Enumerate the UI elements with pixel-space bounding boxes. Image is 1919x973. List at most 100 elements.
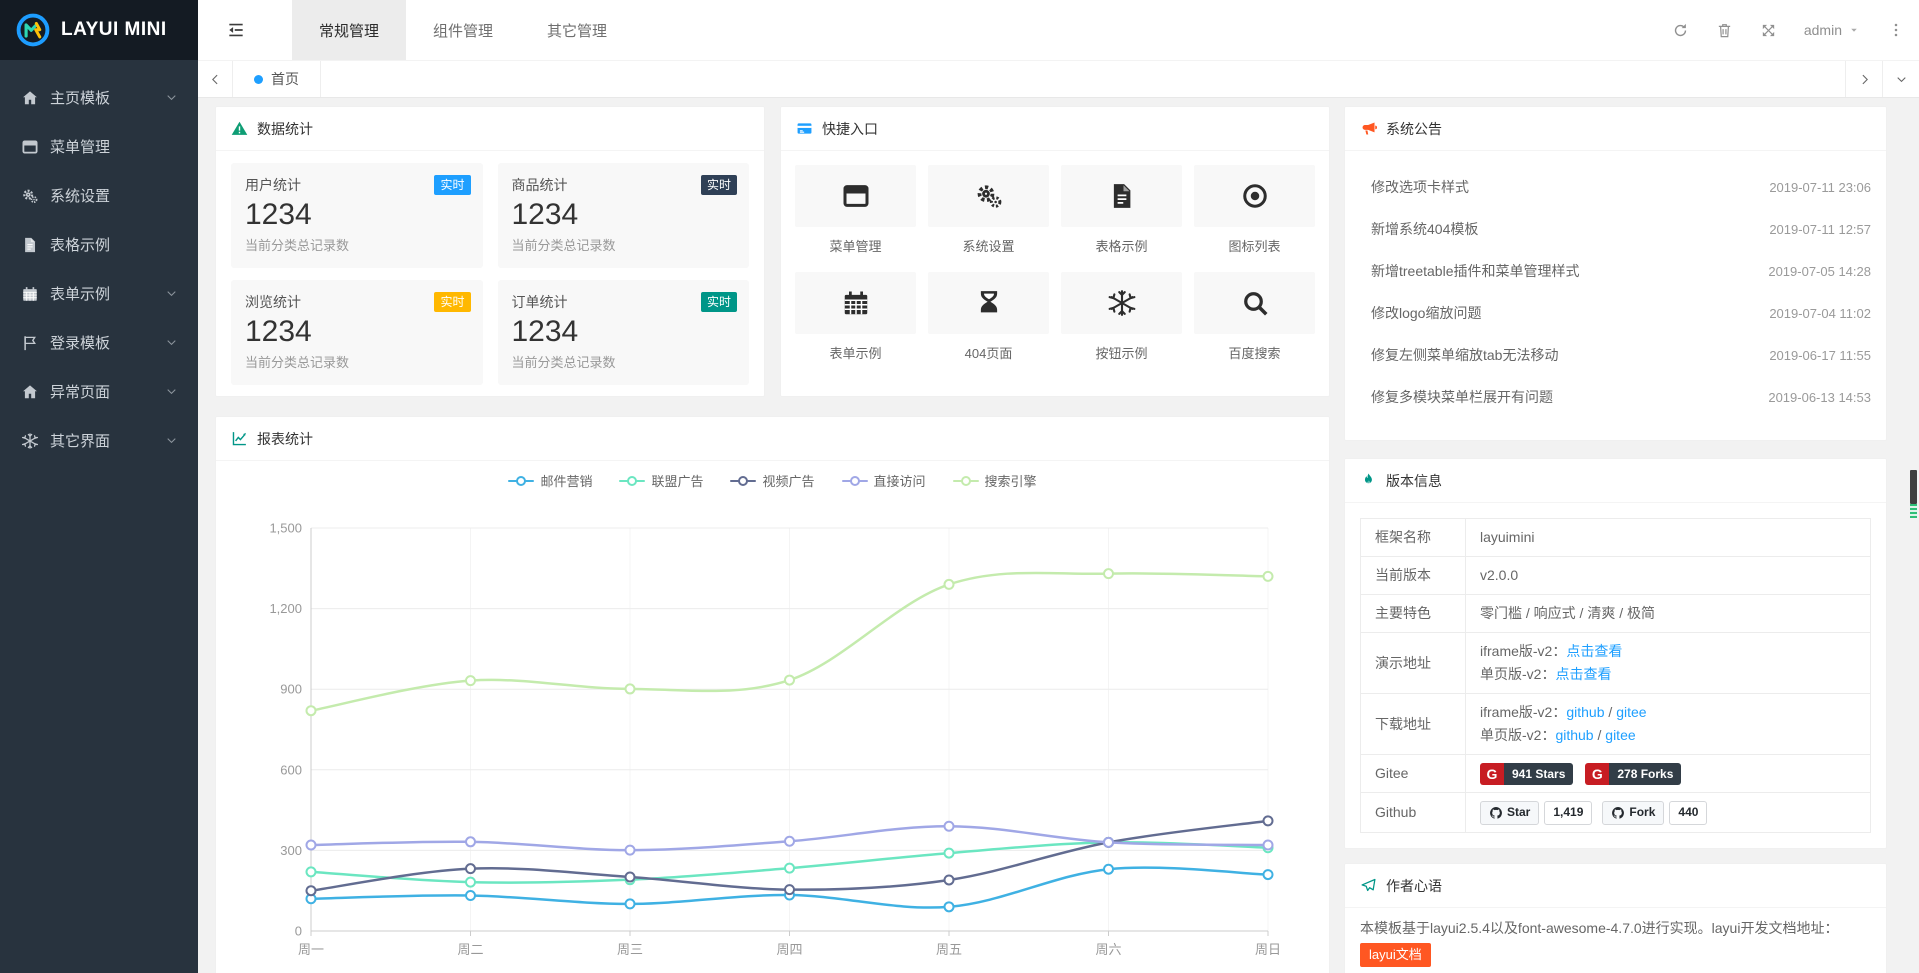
quick-entry-icon-box (1061, 165, 1182, 227)
chevron-right-icon (1858, 73, 1871, 86)
sidebar-item-主页模板[interactable]: 主页模板 (0, 73, 198, 122)
realtime-badge: 实时 (434, 175, 470, 195)
quick-entry-表单示例[interactable]: 表单示例 (795, 272, 916, 362)
top-nav-常规管理[interactable]: 常规管理 (292, 0, 406, 60)
top-nav-其它管理[interactable]: 其它管理 (520, 0, 634, 60)
version-panel-header: 版本信息 (1345, 459, 1886, 503)
announcement-text: 修改选项卡样式 (1371, 177, 1769, 197)
calendar-icon (21, 285, 39, 303)
link-github[interactable]: github (1555, 727, 1593, 743)
report-panel-header: 报表统计 (216, 417, 1329, 461)
content-scrollbar-thumb[interactable] (1910, 470, 1917, 518)
version-link-line: 单页版-v2：github / gitee (1480, 724, 1856, 747)
github-Fork-button[interactable]: Fork (1602, 801, 1664, 825)
tabs-scroll-left-button[interactable] (198, 61, 233, 97)
credit-card-icon (796, 120, 813, 137)
quick-entry-图标列表[interactable]: 图标列表 (1194, 165, 1315, 255)
sidebar-item-表格示例[interactable]: 表格示例 (0, 220, 198, 269)
version-info-panel: 版本信息 框架名称layuimini当前版本v2.0.0主要特色零门槛 / 响应… (1344, 458, 1887, 849)
version-row-value: 零门槛 / 响应式 / 清爽 / 极简 (1466, 595, 1871, 633)
tabs-scroll-right-button[interactable] (1845, 61, 1882, 97)
logo[interactable]: LAYUI MINI (0, 0, 198, 60)
refresh-button[interactable] (1659, 22, 1703, 39)
announcement-text: 修改logo缩放问题 (1371, 303, 1769, 323)
link-点击查看[interactable]: 点击查看 (1566, 643, 1622, 659)
legend-item-直接访问[interactable]: 直接访问 (842, 471, 926, 490)
announcement-row[interactable]: 新增系统404模板2019-07-11 12:57 (1371, 208, 1871, 250)
stat-card-desc: 当前分类总记录数 (245, 235, 469, 254)
link-点击查看[interactable]: 点击查看 (1555, 666, 1611, 682)
version-row-label: Gitee (1361, 755, 1466, 793)
home-icon (21, 89, 39, 107)
legend-label: 视频广告 (762, 471, 814, 490)
announcement-row[interactable]: 修复多模块菜单栏展开有问题2019-06-13 14:53 (1371, 376, 1871, 418)
link-gitee[interactable]: gitee (1616, 704, 1646, 720)
sidebar-item-异常页面[interactable]: 异常页面 (0, 367, 198, 416)
github-Star-button[interactable]: Star (1480, 801, 1539, 825)
legend-item-搜索引擎[interactable]: 搜索引擎 (953, 471, 1037, 490)
clear-cache-button[interactable] (1703, 22, 1747, 39)
quick-entry-404页面[interactable]: 404页面 (928, 272, 1049, 362)
announcements-panel: 系统公告 修改选项卡样式2019-07-11 23:06新增系统404模板201… (1344, 106, 1887, 441)
link-github[interactable]: github (1566, 704, 1604, 720)
layui-doc-button[interactable]: layui文档 (1360, 943, 1431, 967)
tabs-menu-button[interactable] (1882, 61, 1919, 97)
quick-entry-表格示例[interactable]: 表格示例 (1061, 165, 1182, 255)
tab-首页[interactable]: 首页 (233, 61, 321, 97)
quick-entry-icon-box (1194, 165, 1315, 227)
file-icon (1107, 181, 1137, 211)
announcement-date: 2019-06-13 14:53 (1768, 390, 1871, 405)
fire-icon (1360, 472, 1377, 489)
quick-entry-系统设置[interactable]: 系统设置 (928, 165, 1049, 255)
user-dropdown[interactable]: admin (1791, 22, 1873, 38)
legend-item-邮件营销[interactable]: 邮件营销 (508, 471, 592, 490)
report-line-chart: 03006009001,2001,500周一周二周三周四周五周六周日 (216, 461, 1329, 973)
announcement-row[interactable]: 修复左侧菜单缩放tab无法移动2019-06-17 11:55 (1371, 334, 1871, 376)
gitee-badge-278 Forks[interactable]: G278 Forks (1585, 763, 1681, 785)
legend-item-视频广告[interactable]: 视频广告 (730, 471, 814, 490)
quick-entry-label: 表单示例 (795, 343, 916, 362)
trash-icon (1716, 22, 1733, 39)
announcement-text: 修复左侧菜单缩放tab无法移动 (1371, 345, 1769, 365)
announcement-date: 2019-07-05 14:28 (1768, 264, 1871, 279)
window-icon (841, 181, 871, 211)
github-Star-count[interactable]: 1,419 (1544, 801, 1592, 825)
more-menu-button[interactable] (1873, 22, 1919, 38)
fullscreen-button[interactable] (1747, 22, 1791, 39)
announcement-row[interactable]: 新增treetable插件和菜单管理样式2019-07-05 14:28 (1371, 250, 1871, 292)
sidebar-item-其它界面[interactable]: 其它界面 (0, 416, 198, 465)
sidebar-item-系统设置[interactable]: 系统设置 (0, 171, 198, 220)
chevron-down-icon (165, 91, 178, 104)
github-Fork-group: Fork440 (1602, 801, 1707, 825)
github-Fork-count[interactable]: 440 (1669, 801, 1707, 825)
sidebar-menu: 主页模板菜单管理系统设置表格示例表单示例登录模板异常页面其它界面 (0, 60, 198, 465)
version-link-line: iframe版-v2：github / gitee (1480, 701, 1856, 724)
quick-entry-菜单管理[interactable]: 菜单管理 (795, 165, 916, 255)
legend-marker (619, 475, 645, 487)
version-row-框架名称: 框架名称layuimini (1361, 519, 1871, 557)
legend-ring (738, 476, 748, 486)
gitee-logo: G (1585, 763, 1609, 785)
quick-entry-百度搜索[interactable]: 百度搜索 (1194, 272, 1315, 362)
tab-label: 首页 (271, 69, 299, 89)
legend-item-联盟广告[interactable]: 联盟广告 (619, 471, 703, 490)
sidebar-item-表单示例[interactable]: 表单示例 (0, 269, 198, 318)
sidebar-item-菜单管理[interactable]: 菜单管理 (0, 122, 198, 171)
svg-text:1,200: 1,200 (269, 601, 302, 616)
announce-panel-header: 系统公告 (1345, 107, 1886, 151)
legend-ring (961, 476, 971, 486)
announcement-row[interactable]: 修改logo缩放问题2019-07-04 11:02 (1371, 292, 1871, 334)
chevron-down-icon (165, 287, 178, 300)
announcement-row[interactable]: 修改选项卡样式2019-07-11 23:06 (1371, 166, 1871, 208)
sidebar-toggle-button[interactable] (198, 0, 274, 60)
link-gitee[interactable]: gitee (1605, 727, 1635, 743)
gitee-badge-941 Stars[interactable]: G941 Stars (1480, 763, 1573, 785)
stat-card-value: 1234 (512, 197, 736, 233)
top-nav-组件管理[interactable]: 组件管理 (406, 0, 520, 60)
svg-text:周一: 周一 (298, 942, 324, 957)
home-icon (21, 383, 39, 401)
quick-panel-header: 快捷入口 (781, 107, 1329, 151)
sidebar-item-登录模板[interactable]: 登录模板 (0, 318, 198, 367)
sidebar-item-label: 其它界面 (50, 430, 165, 451)
quick-entry-按钮示例[interactable]: 按钮示例 (1061, 272, 1182, 362)
